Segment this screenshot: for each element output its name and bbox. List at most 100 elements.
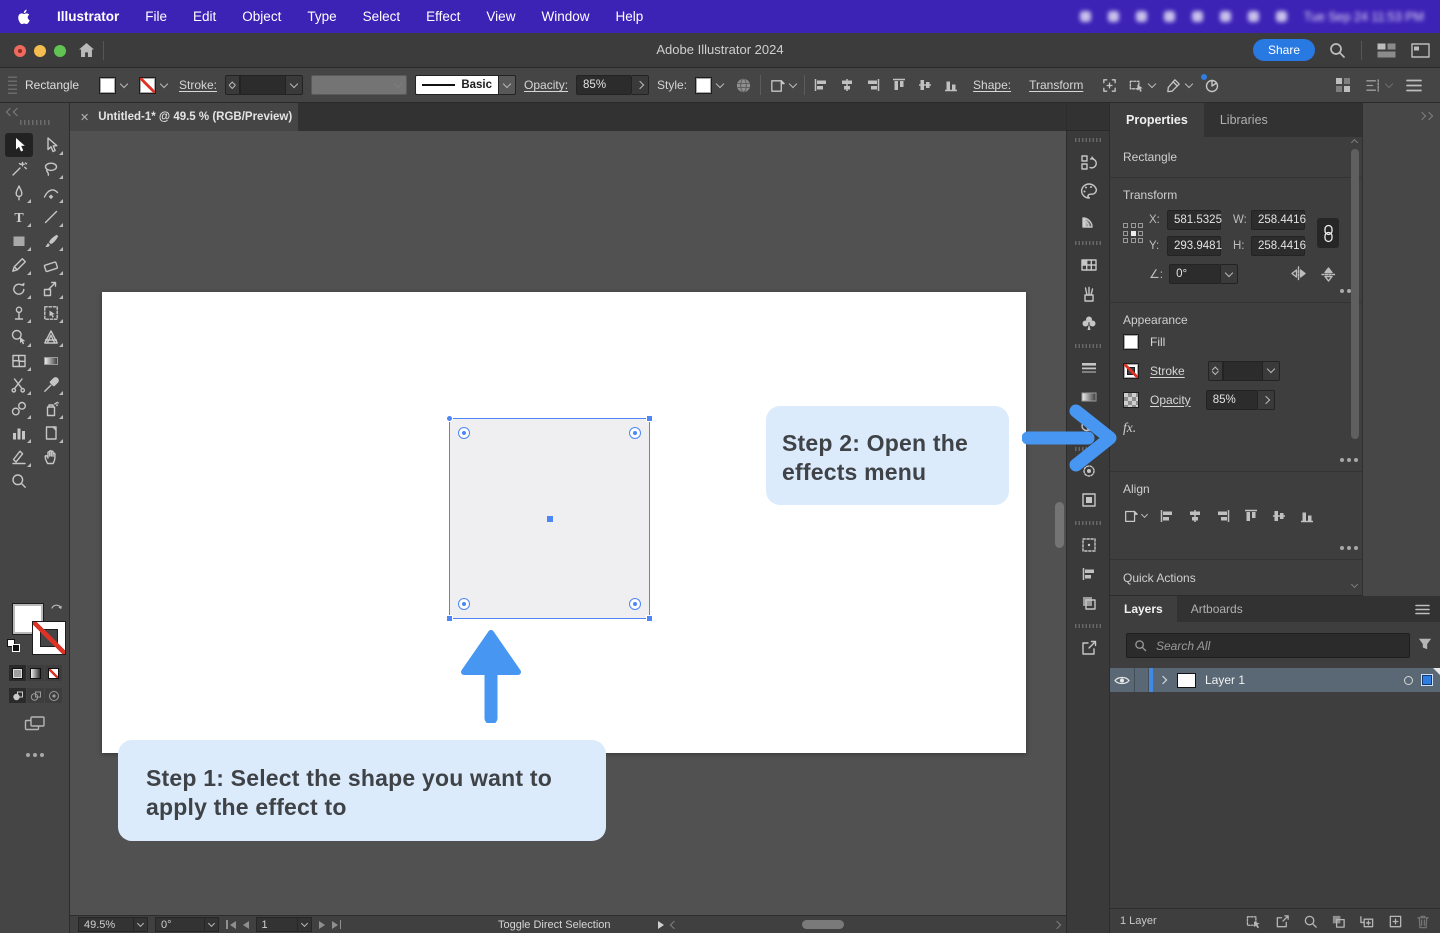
y-field[interactable]: 293.9481: [1167, 236, 1221, 256]
align-right-icon[interactable]: [1215, 508, 1231, 524]
graphic-styles-icon[interactable]: [1067, 485, 1111, 514]
corner-radius-widget[interactable]: [629, 598, 641, 610]
workspace-layout-icon[interactable]: [1377, 43, 1396, 58]
chevron-down-icon[interactable]: [298, 917, 312, 932]
lasso-tool[interactable]: [37, 157, 65, 181]
none-button[interactable]: [45, 665, 62, 681]
recolor-artwork-icon[interactable]: [1202, 76, 1220, 94]
toolbar-more-icon[interactable]: [26, 753, 30, 757]
eyedropper-tool[interactable]: [37, 373, 65, 397]
layer-name[interactable]: Layer 1: [1205, 673, 1404, 687]
panel-menu-icon[interactable]: [1406, 79, 1422, 92]
opacity-field[interactable]: 85%: [1206, 390, 1258, 410]
align-middle-icon[interactable]: [1271, 508, 1287, 524]
corner-handle[interactable]: [646, 415, 653, 422]
collapse-toolbar-icon[interactable]: [7, 109, 20, 115]
corner-handle[interactable]: [446, 615, 453, 622]
rectangle-tool[interactable]: [5, 229, 33, 253]
stroke-link-label[interactable]: Stroke:: [179, 78, 217, 92]
align-to-selection-control[interactable]: [769, 77, 796, 94]
last-artboard-icon[interactable]: [332, 920, 342, 929]
stroke-color-control[interactable]: [139, 77, 171, 94]
align-left-icon[interactable]: [813, 77, 829, 93]
symbol-sprayer-tool[interactable]: [37, 397, 65, 421]
collapse-panel-icon[interactable]: [1419, 113, 1432, 119]
color-guide-icon[interactable]: [1067, 205, 1111, 234]
menu-type[interactable]: Type: [307, 9, 336, 24]
isolate-object-control[interactable]: [1128, 77, 1155, 94]
line-segment-tool[interactable]: [37, 205, 65, 229]
zoom-tool[interactable]: [5, 469, 33, 493]
clipping-mask-icon[interactable]: [1331, 914, 1346, 929]
target-circle-icon[interactable]: [1404, 676, 1413, 685]
chevron-down-icon[interactable]: [116, 77, 131, 94]
make-mask-control[interactable]: [1165, 77, 1192, 94]
status-action-label[interactable]: Toggle Direct Selection: [498, 919, 611, 931]
dock-grip[interactable]: [1075, 344, 1101, 348]
swatches-icon[interactable]: [1067, 250, 1111, 279]
align-bottom-icon[interactable]: [943, 77, 959, 93]
apple-menu-icon[interactable]: [16, 8, 31, 26]
stroke-label[interactable]: Stroke: [1150, 364, 1185, 378]
brush-definition-control[interactable]: Basic: [415, 75, 516, 95]
draw-normal-icon[interactable]: [9, 688, 26, 703]
corner-radius-widget[interactable]: [458, 427, 470, 439]
menu-window[interactable]: Window: [541, 9, 589, 24]
eraser-tool[interactable]: [37, 253, 65, 277]
paintbrush-tool[interactable]: [37, 229, 65, 253]
stroke-weight-stepper[interactable]: [1208, 361, 1223, 381]
brushes-icon[interactable]: [1067, 279, 1111, 308]
default-fill-stroke-icon[interactable]: [7, 639, 20, 652]
chevron-down-icon[interactable]: [134, 917, 148, 932]
toolbar-grip[interactable]: [20, 120, 50, 125]
flip-horizontal-icon[interactable]: [1290, 266, 1307, 283]
stroke-weight-stepper[interactable]: [225, 75, 240, 95]
tab-libraries[interactable]: Libraries: [1204, 103, 1284, 137]
corner-handle[interactable]: [446, 415, 453, 422]
artboard-tool[interactable]: [37, 421, 65, 445]
align-right-icon[interactable]: [865, 77, 881, 93]
align-to-selection-control[interactable]: [1123, 508, 1147, 524]
fill-color-control[interactable]: [99, 77, 131, 94]
stroke-weight-field[interactable]: [240, 75, 286, 95]
dock-grip[interactable]: [1075, 241, 1101, 245]
free-transform-tool[interactable]: [37, 301, 65, 325]
shape-builder-tool[interactable]: [5, 325, 33, 349]
chevron-down-icon[interactable]: [1263, 361, 1280, 381]
symbols-icon[interactable]: [1067, 308, 1111, 337]
fill-swatch[interactable]: [1123, 334, 1139, 350]
draw-inside-icon[interactable]: [45, 688, 62, 703]
flip-vertical-icon[interactable]: [1321, 266, 1336, 283]
rotation-field[interactable]: 0°: [155, 917, 205, 932]
corner-handle[interactable]: [646, 615, 653, 622]
type-tool[interactable]: T: [5, 205, 33, 229]
new-sublayer-icon[interactable]: [1359, 914, 1375, 929]
mesh-tool[interactable]: [5, 349, 33, 373]
properties-scrollbar[interactable]: [1350, 137, 1360, 596]
hand-tool[interactable]: [37, 445, 65, 469]
zoom-level-field[interactable]: 49.5%: [78, 917, 134, 932]
dock-grip[interactable]: [1075, 624, 1101, 628]
align-center-icon[interactable]: [1187, 508, 1203, 524]
scroll-right-icon[interactable]: [1053, 921, 1061, 929]
corner-radius-widget[interactable]: [629, 427, 641, 439]
magic-wand-tool[interactable]: [5, 157, 33, 181]
tab-artboards[interactable]: Artboards: [1177, 596, 1257, 622]
menu-select[interactable]: Select: [363, 9, 401, 24]
chevron-down-icon[interactable]: [286, 75, 303, 95]
width-tool[interactable]: [5, 301, 33, 325]
gradient-button[interactable]: [27, 665, 44, 681]
align-more-options-icon[interactable]: [1340, 546, 1344, 550]
pen-tool[interactable]: [5, 181, 33, 205]
align-left-icon[interactable]: [1159, 508, 1175, 524]
selection-tool[interactable]: [5, 133, 33, 157]
previous-artboard-icon[interactable]: [243, 921, 249, 929]
pathfinder-icon[interactable]: [1067, 588, 1111, 617]
menu-effect[interactable]: Effect: [426, 9, 460, 24]
workspace-switcher-control[interactable]: [1365, 78, 1392, 93]
layers-panel-menu-icon[interactable]: [1415, 604, 1430, 615]
pencil-tool[interactable]: [5, 253, 33, 277]
align-bottom-icon[interactable]: [1299, 508, 1315, 524]
scrollbar-thumb[interactable]: [1351, 149, 1359, 439]
layer-thumbnail[interactable]: [1177, 673, 1196, 688]
